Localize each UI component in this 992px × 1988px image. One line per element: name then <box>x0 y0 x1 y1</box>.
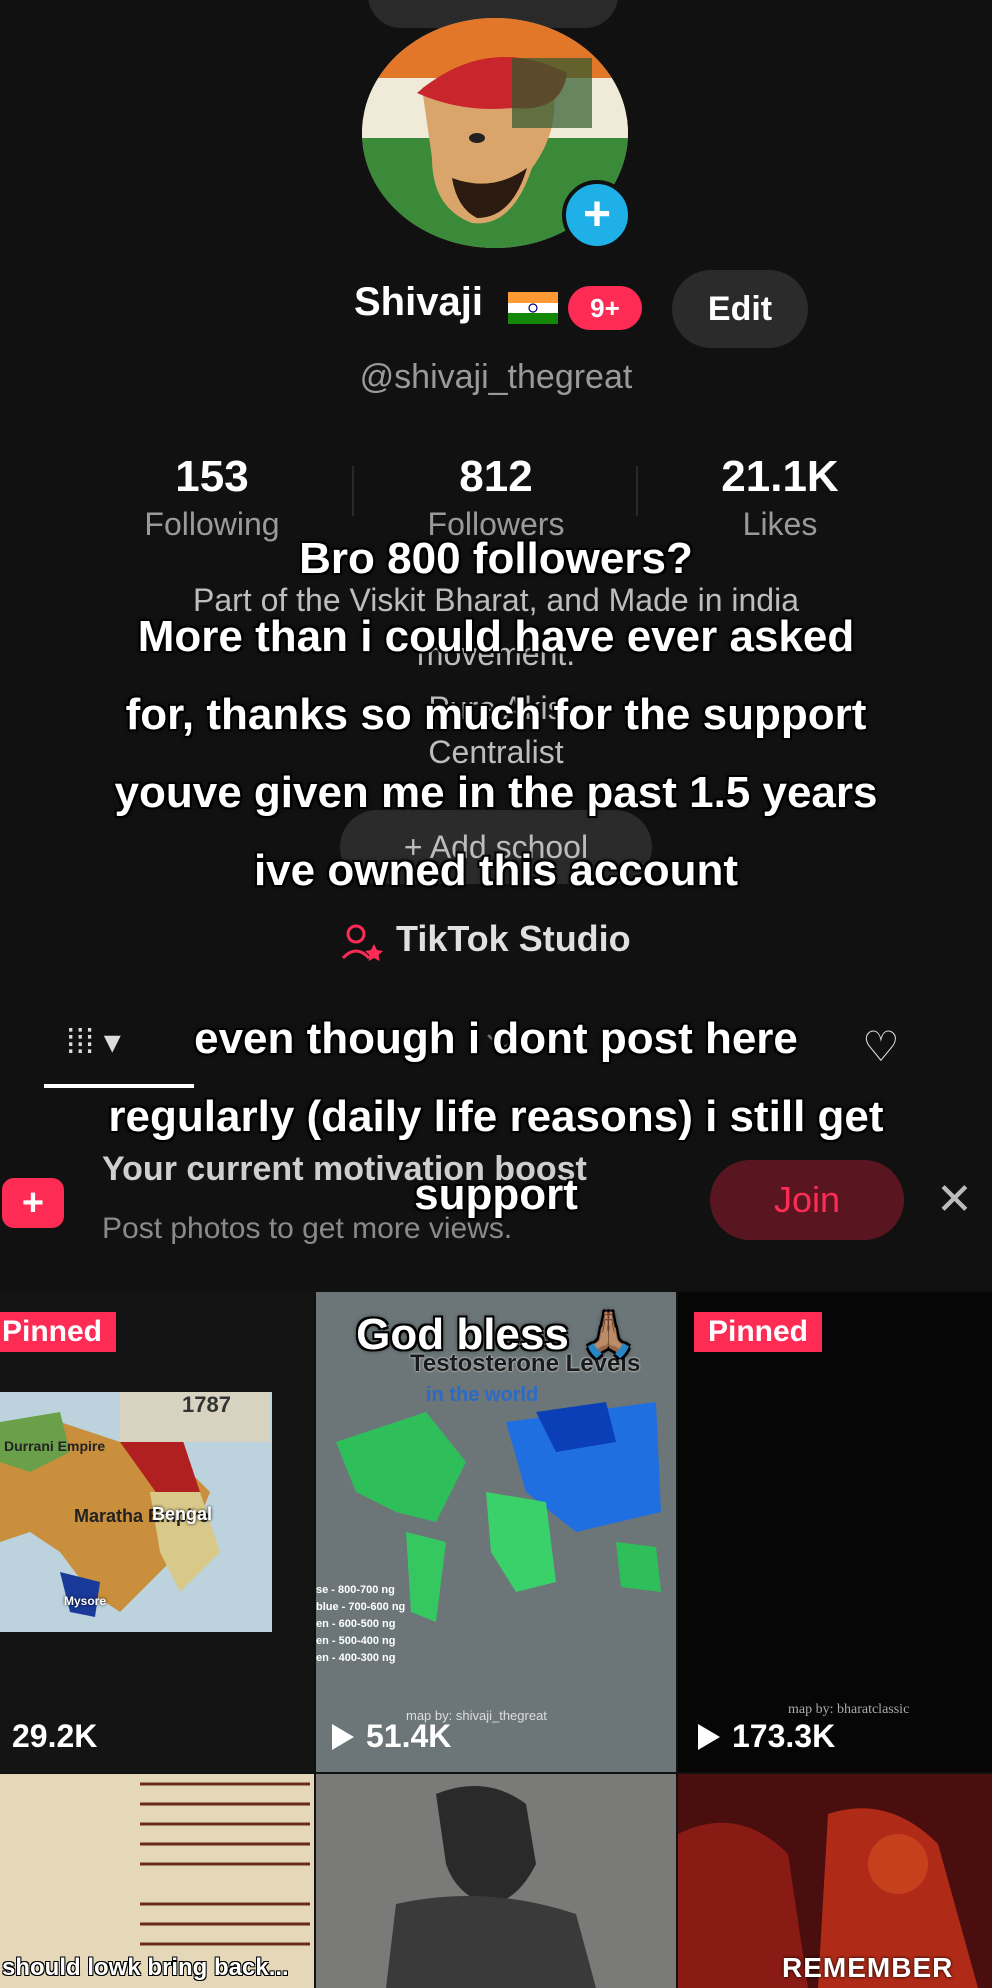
thumb-caption: should lowk bring back... <box>2 1954 289 1981</box>
username: @shivaji_thegreat <box>359 358 633 396</box>
overlay-caption: regularly (daily life reasons) i still g… <box>108 1092 884 1141</box>
overlay-caption: Bro 800 followers? <box>299 534 693 583</box>
followers-count[interactable]: 812 <box>366 452 626 502</box>
view-count: 173.3K <box>698 1718 835 1755</box>
thumb-credit: map by: bharatclassic <box>788 1702 910 1717</box>
video-tile[interactable] <box>316 1774 676 1988</box>
india-flag-icon <box>508 292 558 324</box>
legend-item: se - 800-700 ng <box>316 1584 395 1596</box>
edit-profile-button[interactable]: Edit <box>672 270 808 348</box>
thumb-region: Mysore <box>64 1594 107 1608</box>
view-count: 51.4K <box>332 1718 451 1755</box>
view-count-text: 29.2K <box>12 1718 98 1754</box>
notification-badge[interactable]: 9+ <box>568 286 642 330</box>
stat-divider <box>636 466 638 516</box>
play-icon <box>332 1723 354 1750</box>
view-count: 29.2K <box>12 1718 97 1755</box>
overlay-caption: ive owned this account <box>253 846 739 895</box>
legend-item: en - 600-500 ng <box>316 1618 396 1630</box>
video-tile[interactable]: should lowk bring back... <box>0 1774 314 1988</box>
video-tile[interactable]: REMEMBER <box>678 1774 992 1988</box>
overlay-caption: More than i could have ever asked <box>137 612 855 661</box>
thumb-region: Durrani Empire <box>4 1438 106 1454</box>
legend-item: blue - 700-600 ng <box>316 1601 406 1613</box>
likes-count[interactable]: 21.1K <box>650 452 910 502</box>
view-count-text: 173.3K <box>732 1718 836 1754</box>
thumb-subtitle: in the world <box>426 1384 539 1406</box>
tiktok-studio-link[interactable]: TikTok Studio <box>396 918 631 960</box>
overlay-caption: youve given me in the past 1.5 years <box>114 768 878 817</box>
thumb-year: 1787 <box>182 1392 231 1417</box>
stat-divider <box>352 466 354 516</box>
thumb-caption: REMEMBER <box>782 1952 954 1983</box>
overlay-caption: even though i dont post here <box>194 1014 798 1063</box>
legend-item: en - 500-400 ng <box>316 1635 396 1647</box>
play-icon <box>698 1723 720 1750</box>
add-profile-photo-button[interactable]: + <box>562 180 632 250</box>
thumb-legend: se - 800-700 ng blue - 700-600 ng en - 6… <box>316 1582 405 1667</box>
overlay-caption: God bless 🙏🏽 <box>356 1310 636 1359</box>
overlay-caption: for, thanks so much for the support <box>125 690 867 739</box>
overlay-caption: support <box>414 1170 578 1219</box>
plus-icon: + <box>582 188 612 241</box>
person-add-icon <box>341 924 383 961</box>
following-count[interactable]: 153 <box>82 452 342 502</box>
thumb-region: Bengal <box>152 1504 213 1524</box>
display-name: Shivaji <box>354 280 483 324</box>
warrior-thumbnail <box>316 1774 676 1988</box>
view-count-text: 51.4K <box>366 1718 452 1754</box>
legend-item: en - 400-300 ng <box>316 1652 396 1664</box>
